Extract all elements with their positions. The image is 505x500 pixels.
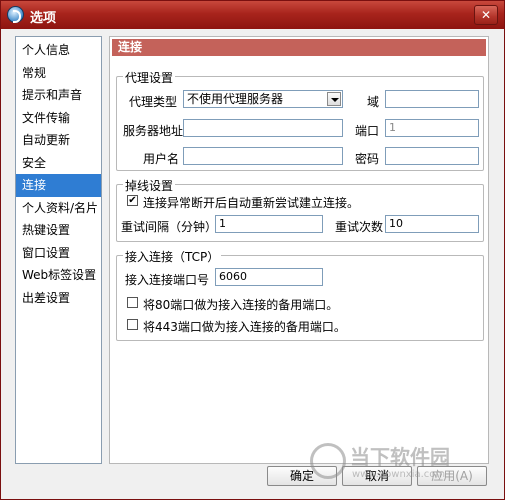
port-input[interactable]: 1: [385, 119, 479, 137]
watermark-url: www.downxia.com: [352, 469, 446, 480]
watermark-logo-icon: [310, 443, 346, 479]
connection-settings-panel: 连接 代理设置 代理类型 不使用代理服务器 域 服务器地址 端口 1 用户名 密…: [109, 36, 489, 464]
username-label: 用户名: [143, 152, 180, 166]
domain-label: 域: [367, 95, 380, 109]
proxy-group-title: 代理设置: [123, 69, 176, 86]
options-category-list: 个人信息 常规 提示和声音 文件传输 自动更新 安全 连接 个人资料/名片 热键…: [15, 36, 102, 464]
chevron-down-icon[interactable]: [327, 92, 341, 106]
sidebar-item-profile-card[interactable]: 个人资料/名片: [16, 197, 101, 220]
sidebar-item-security[interactable]: 安全: [16, 152, 101, 175]
server-address-label: 服务器地址: [123, 124, 184, 138]
retry-interval-input[interactable]: 1: [215, 215, 323, 233]
proxy-type-select[interactable]: 不使用代理服务器: [183, 90, 343, 108]
sidebar-item-general[interactable]: 常规: [16, 62, 101, 85]
sidebar-item-hotkeys[interactable]: 热键设置: [16, 219, 101, 242]
password-label: 密码: [355, 152, 380, 166]
domain-input[interactable]: [385, 90, 479, 108]
sidebar-item-travel-settings[interactable]: 出差设置: [16, 287, 101, 310]
sidebar-item-file-transfer[interactable]: 文件传输: [16, 107, 101, 130]
title-bar: 选项 ✕: [1, 1, 504, 29]
close-button[interactable]: ✕: [474, 5, 498, 25]
proxy-settings-group: 代理设置 代理类型 不使用代理服务器 域 服务器地址 端口 1 用户名 密码: [116, 69, 484, 171]
retry-interval-label: 重试间隔（分钟）: [121, 220, 218, 234]
app-logo-icon: [7, 6, 24, 23]
incoming-port-label: 接入连接端口号: [125, 273, 210, 287]
port-80-checkbox[interactable]: [127, 297, 138, 308]
port-443-label: 将443端口做为接入连接的备用端口。: [143, 320, 346, 334]
retry-count-input[interactable]: 10: [385, 215, 479, 233]
incoming-port-input[interactable]: 6060: [215, 268, 323, 286]
proxy-type-label: 代理类型: [129, 95, 178, 109]
sidebar-item-web-tab-settings[interactable]: Web标签设置: [16, 264, 101, 287]
options-dialog: 选项 ✕ 个人信息 常规 提示和声音 文件传输 自动更新 安全 连接 个人资料/…: [0, 0, 505, 500]
sidebar-item-notifications-sound[interactable]: 提示和声音: [16, 84, 101, 107]
username-input[interactable]: [183, 147, 343, 165]
retry-count-label: 重试次数: [335, 220, 384, 234]
watermark-title: 当下软件园: [350, 445, 450, 469]
password-input[interactable]: [385, 147, 479, 165]
port-443-checkbox[interactable]: [127, 319, 138, 330]
server-address-input[interactable]: [183, 119, 343, 137]
incoming-connection-group: 接入连接（TCP） 接入连接端口号 6060 将80端口做为接入连接的备用端口。…: [116, 248, 484, 341]
port-label: 端口: [355, 124, 380, 138]
proxy-type-value: 不使用代理服务器: [187, 92, 284, 106]
sidebar-item-auto-update[interactable]: 自动更新: [16, 129, 101, 152]
section-title: 连接: [112, 39, 486, 56]
reconnect-group-title: 掉线设置: [123, 177, 176, 194]
incoming-group-title: 接入连接（TCP）: [123, 248, 222, 265]
sidebar-item-connection[interactable]: 连接: [16, 174, 101, 197]
sidebar-item-window-settings[interactable]: 窗口设置: [16, 242, 101, 265]
window-title: 选项: [30, 11, 57, 26]
port-80-label: 将80端口做为接入连接的备用端口。: [143, 298, 339, 312]
dialog-content: 个人信息 常规 提示和声音 文件传输 自动更新 安全 连接 个人资料/名片 热键…: [1, 29, 504, 499]
auto-reconnect-checkbox[interactable]: ✔: [127, 195, 138, 206]
auto-reconnect-label: 连接异常断开后自动重新尝试建立连接。: [143, 196, 360, 210]
site-watermark: 当下软件园 www.downxia.com: [310, 441, 490, 485]
sidebar-item-personal-info[interactable]: 个人信息: [16, 39, 101, 62]
reconnect-settings-group: 掉线设置 ✔ 连接异常断开后自动重新尝试建立连接。 重试间隔（分钟） 1 重试次…: [116, 177, 484, 242]
